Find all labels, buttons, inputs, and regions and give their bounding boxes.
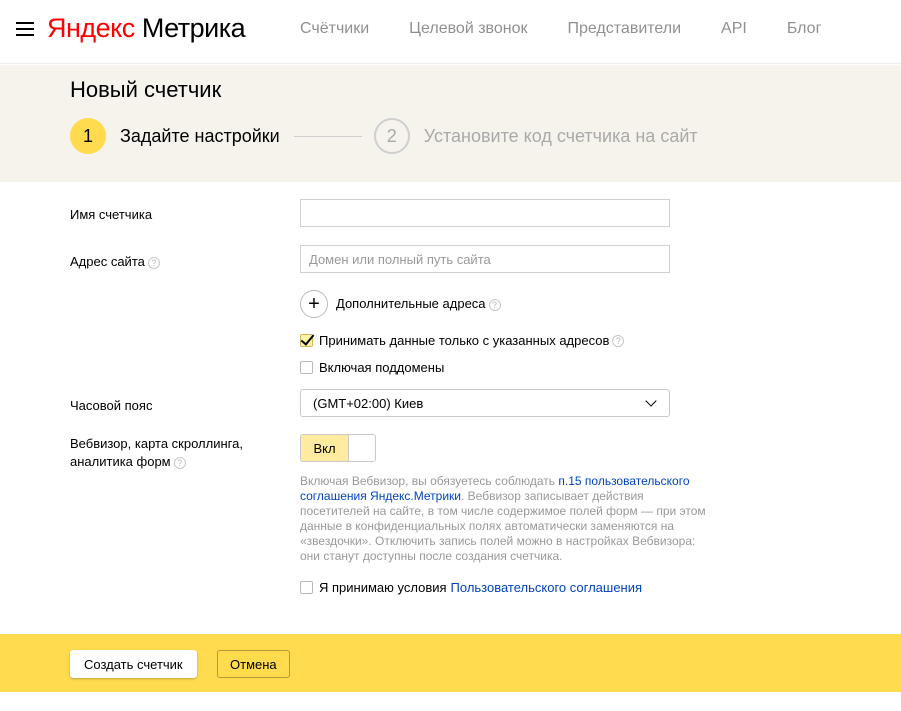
agreement-row: Я принимаю условия Пользовательского сог… bbox=[300, 580, 642, 595]
webvisor-label-line2-row: аналитика форм? bbox=[70, 453, 243, 471]
nav-api[interactable]: API bbox=[721, 20, 747, 38]
timezone-value: (GMT+02:00) Киев bbox=[313, 395, 424, 411]
stepper: 1 Задайте настройки 2 Установите код сче… bbox=[70, 118, 698, 154]
page-hero: Новый счетчик 1 Задайте настройки 2 Уста… bbox=[0, 65, 901, 182]
menu-icon[interactable] bbox=[16, 22, 34, 38]
nav-blog[interactable]: Блог bbox=[787, 20, 822, 38]
header: Яндекс Метрика Счётчики Целевой звонок П… bbox=[0, 0, 901, 64]
add-address-button[interactable]: + bbox=[300, 290, 328, 318]
nav-target-call[interactable]: Целевой звонок bbox=[409, 20, 527, 38]
step-1-label: Задайте настройки bbox=[120, 125, 280, 146]
chevron-down-icon bbox=[645, 395, 657, 407]
nav-representatives[interactable]: Представители bbox=[567, 20, 681, 38]
help-icon[interactable]: ? bbox=[173, 456, 186, 469]
webvisor-label: Вебвизор, карта скроллинга, аналитика фо… bbox=[70, 435, 243, 471]
counter-name-input[interactable] bbox=[300, 199, 670, 227]
webvisor-toggle-label: Вкл bbox=[301, 435, 349, 461]
include-subdomains-checkbox[interactable] bbox=[300, 361, 313, 374]
agreement-checkbox[interactable] bbox=[300, 581, 313, 594]
site-address-label-text: Адрес сайта bbox=[70, 254, 145, 269]
include-subdomains-label: Включая поддомены bbox=[319, 360, 445, 375]
logo-brand: Яндекс bbox=[47, 13, 135, 43]
additional-addresses-label: Дополнительные адреса? bbox=[336, 296, 501, 311]
step-1-number: 1 bbox=[70, 118, 106, 154]
site-address-input[interactable] bbox=[300, 245, 670, 273]
logo[interactable]: Яндекс Метрика bbox=[47, 13, 246, 44]
webvisor-label-line2: аналитика форм bbox=[70, 454, 171, 469]
timezone-label: Часовой пояс bbox=[70, 398, 153, 413]
webvisor-toggle[interactable]: Вкл bbox=[300, 434, 376, 462]
logo-product: Метрика bbox=[141, 13, 246, 43]
page-title: Новый счетчик bbox=[70, 77, 222, 102]
help-icon[interactable]: ? bbox=[612, 334, 625, 347]
agreement-label: Я принимаю условия bbox=[319, 580, 447, 595]
only-specified-addresses-checkbox[interactable] bbox=[300, 334, 313, 347]
webvisor-note: Включая Вебвизор, вы обязуетесь соблюдат… bbox=[300, 474, 710, 564]
nav-counters[interactable]: Счётчики bbox=[300, 20, 369, 38]
form-footer: Создать счетчик Отмена bbox=[0, 634, 901, 692]
help-icon[interactable]: ? bbox=[147, 256, 160, 269]
include-subdomains-row: Включая поддомены bbox=[300, 360, 444, 375]
site-address-label: Адрес сайта? bbox=[70, 253, 160, 271]
counter-name-label: Имя счетчика bbox=[70, 207, 153, 222]
additional-addresses-text: Дополнительные адреса bbox=[336, 296, 486, 311]
timezone-select[interactable]: (GMT+02:00) Киев bbox=[300, 389, 670, 417]
only-specified-addresses-row: Принимать данные только с указанных адре… bbox=[300, 333, 625, 348]
help-icon[interactable]: ? bbox=[488, 298, 501, 311]
webvisor-note-text-before: Включая Вебвизор, вы обязуетесь соблюдат… bbox=[300, 474, 559, 488]
plus-icon: + bbox=[308, 293, 320, 315]
create-counter-button[interactable]: Создать счетчик bbox=[70, 650, 197, 678]
top-nav: Счётчики Целевой звонок Представители AP… bbox=[300, 20, 861, 38]
step-2-label: Установите код счетчика на сайт bbox=[423, 125, 698, 146]
webvisor-label-line1: Вебвизор, карта скроллинга, bbox=[70, 436, 243, 451]
cancel-button[interactable]: Отмена bbox=[217, 650, 290, 678]
step-2-number: 2 bbox=[373, 118, 410, 154]
step-divider bbox=[293, 135, 362, 137]
webvisor-toggle-knob bbox=[349, 435, 375, 461]
user-agreement-link[interactable]: Пользовательского соглашения bbox=[451, 580, 643, 595]
only-specified-addresses-label: Принимать данные только с указанных адре… bbox=[319, 333, 610, 348]
